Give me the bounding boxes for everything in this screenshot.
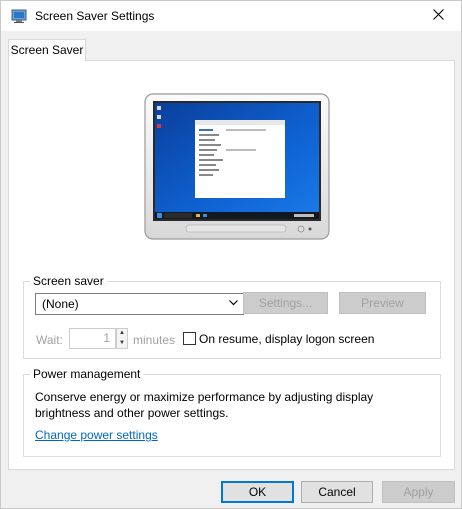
chevron-down-icon (228, 297, 239, 311)
resume-logon-label[interactable]: On resume, display logon screen (199, 332, 374, 346)
tab-screen-saver[interactable]: Screen Saver (8, 39, 86, 61)
screen-saver-settings-icon (11, 8, 27, 24)
wait-minutes-stepper[interactable]: ▲ ▼ (116, 328, 128, 349)
monitor-preview (144, 93, 330, 243)
wait-minutes-input[interactable]: 1 (69, 328, 116, 349)
screen-saver-tab-panel: Screen saver (None) Settings... Preview … (8, 60, 455, 470)
change-power-settings-link[interactable]: Change power settings (35, 428, 158, 442)
preview-button[interactable]: Preview (339, 292, 426, 314)
close-button[interactable] (415, 1, 461, 31)
power-management-group-label: Power management (30, 367, 144, 381)
screen-saver-selected-value: (None) (42, 297, 79, 311)
settings-button[interactable]: Settings... (243, 292, 328, 314)
apply-button[interactable]: Apply (382, 481, 455, 503)
screen-saver-select[interactable]: (None) (35, 293, 244, 315)
window-title: Screen Saver Settings (35, 9, 155, 23)
screen-saver-group-label: Screen saver (30, 274, 107, 288)
close-icon (432, 9, 444, 23)
minutes-label: minutes (133, 333, 176, 347)
power-management-description: Conserve energy or maximize performance … (35, 390, 374, 420)
spin-down-icon[interactable]: ▼ (117, 339, 127, 348)
resume-logon-checkbox[interactable] (183, 332, 196, 345)
cancel-button[interactable]: Cancel (301, 481, 373, 503)
spin-up-icon[interactable]: ▲ (117, 329, 127, 338)
title-bar: Screen Saver Settings (1, 1, 461, 31)
screen-saver-settings-window: Screen Saver Settings Screen Saver Scree… (0, 0, 462, 509)
ok-button[interactable]: OK (221, 481, 294, 503)
wait-label: Wait: (36, 333, 63, 347)
